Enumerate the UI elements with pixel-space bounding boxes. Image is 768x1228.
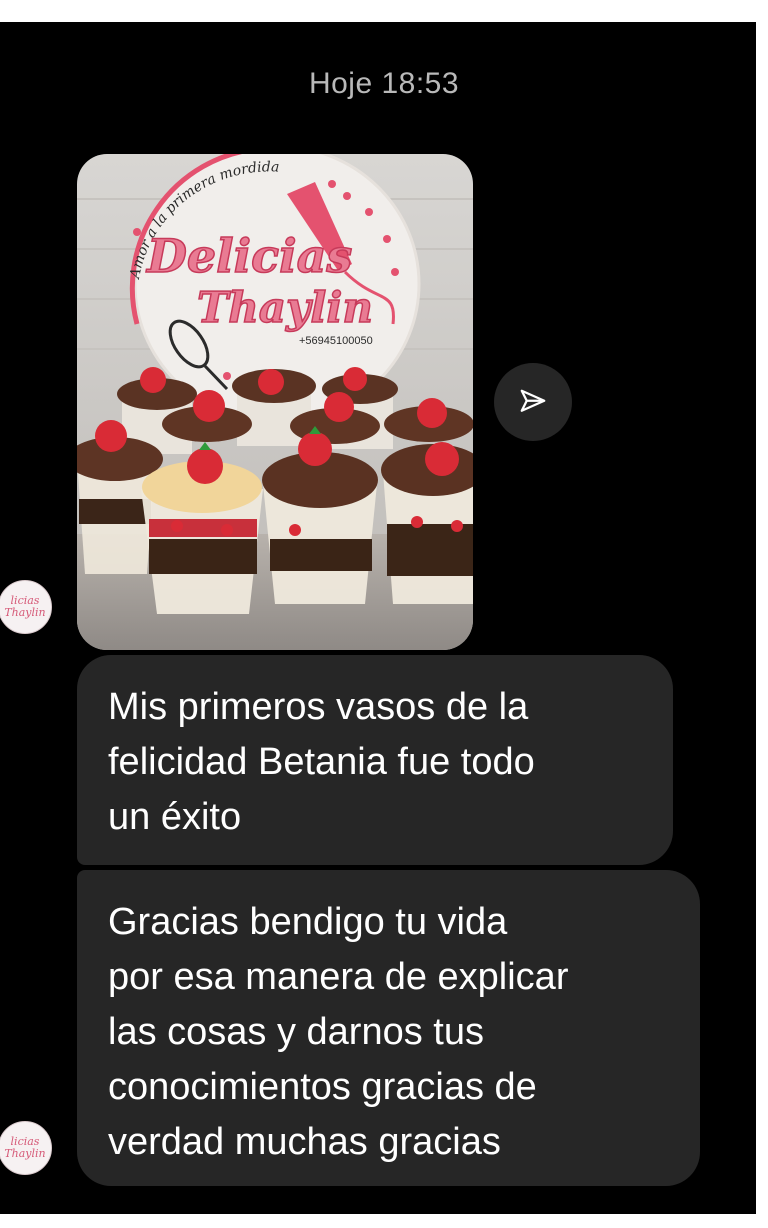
message-bubble[interactable]: Gracias bendigo tu vida por esa manera d… — [77, 870, 700, 1186]
message-bubble[interactable]: Mis primeros vasos de la felicidad Betan… — [77, 655, 673, 865]
sender-avatar[interactable]: licias Thaylin — [0, 580, 52, 634]
sign-phone: +56945100050 — [299, 335, 373, 347]
chat-screen: Hoje 18:53 Amor a la primera mordida Del… — [0, 22, 756, 1214]
message-timestamp: Hoje 18:53 — [308, 67, 460, 100]
shared-photo[interactable]: Amor a la primera mordida Delicias Thayl… — [77, 154, 473, 650]
message-text: Mis primeros vasos de la felicidad Betan… — [108, 686, 535, 838]
share-button[interactable] — [494, 363, 572, 441]
send-arrow-icon — [520, 389, 546, 412]
sign-name-line1: Delicias — [145, 229, 352, 283]
message-text: Gracias bendigo tu vida por esa manera d… — [108, 901, 569, 1163]
sender-avatar[interactable]: licias Thaylin — [0, 1121, 52, 1175]
sign-name-line2: Thaylin — [197, 283, 373, 332]
